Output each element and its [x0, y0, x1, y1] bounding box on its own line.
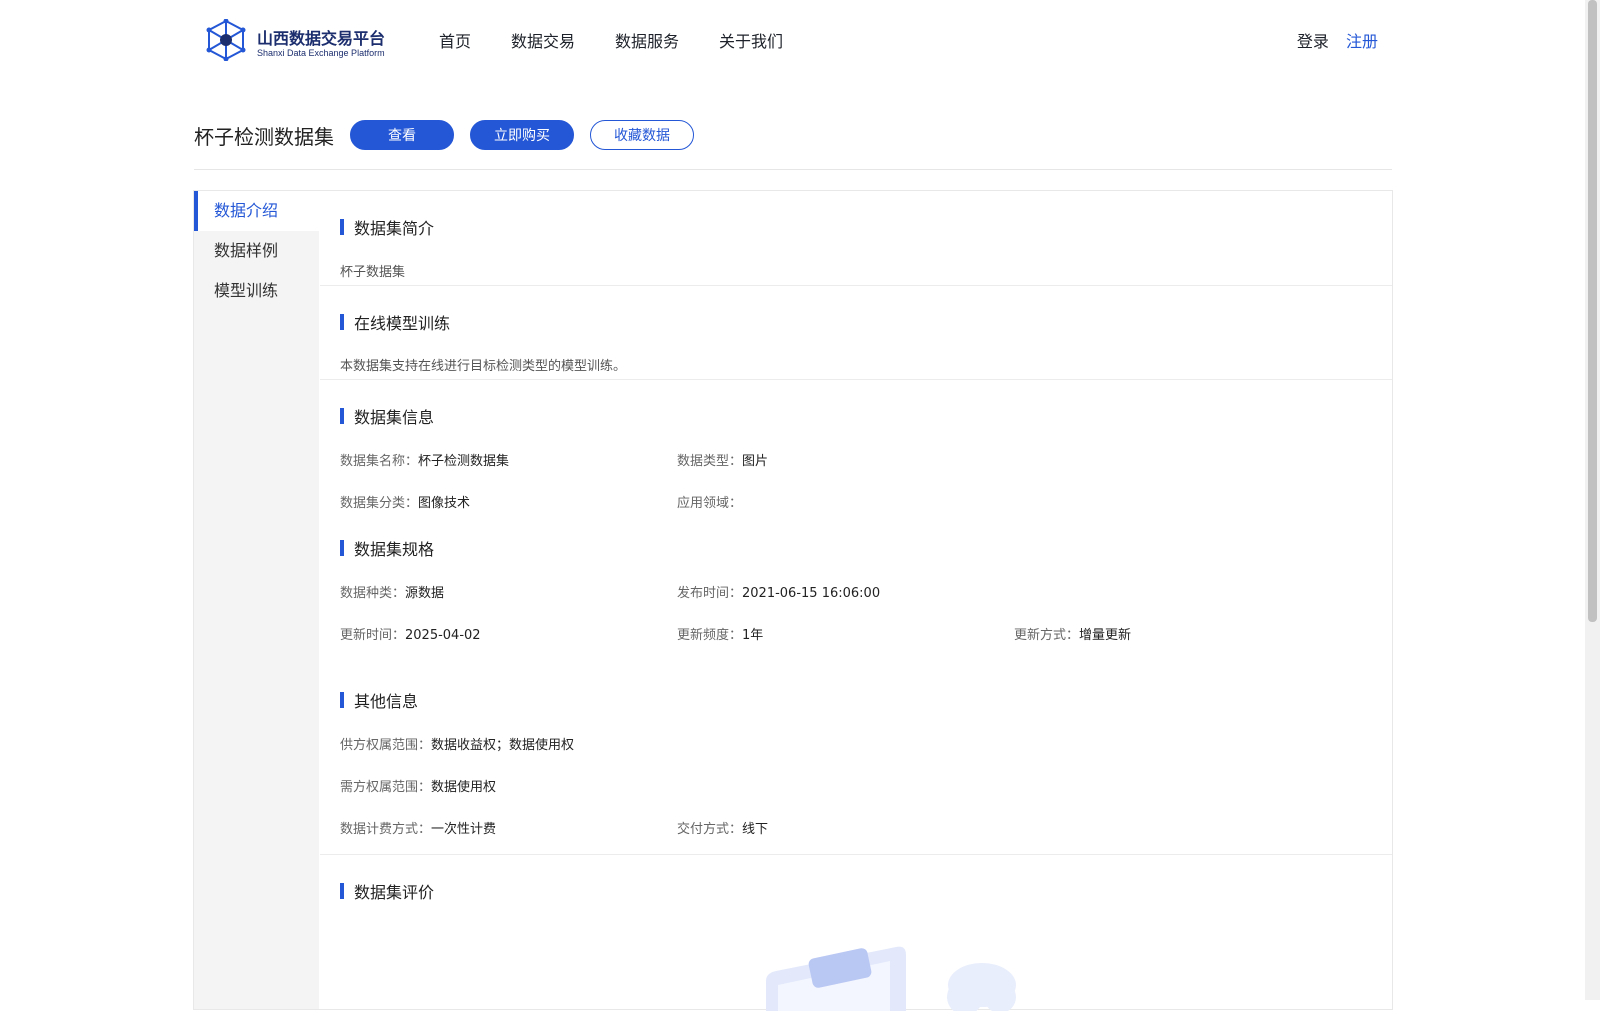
sidebar-item-training[interactable]: 模型训练 [194, 271, 319, 311]
update-mode-field: 更新方式：增量更新 [1014, 628, 1132, 643]
register-link[interactable]: 注册 [1346, 32, 1378, 51]
review-title: 数据集评价 [354, 883, 435, 902]
nav-data-service[interactable]: 数据服务 [615, 28, 679, 52]
info-section: 数据集信息 数据集名称：杯子检测数据集 数据类型：图片 数据集分类：图像技术 应… [320, 380, 1392, 855]
section-title: 数据集评价 [340, 879, 434, 903]
update-time-field: 更新时间：2025-04-02 [340, 628, 481, 643]
section-title: 数据集信息 [340, 404, 434, 428]
nav-data-trade[interactable]: 数据交易 [511, 28, 575, 52]
section-marker [340, 408, 344, 424]
section-title: 其他信息 [340, 688, 418, 712]
content-area: 数据集简介 杯子数据集 在线模型训练 本数据集支持在线进行目标检测类型的模型训练… [320, 191, 1392, 1011]
buy-now-button[interactable]: 立即购买 [470, 120, 574, 150]
main-nav: 首页 数据交易 数据服务 关于我们 [439, 28, 823, 52]
title-divider [194, 169, 1392, 170]
login-link[interactable]: 登录 [1297, 32, 1329, 51]
section-marker [340, 314, 344, 330]
top-header: 山西数据交易平台 Shanxi Data Exchange Platform 首… [0, 0, 1585, 80]
demand-rights-field: 需方权属范围：数据使用权 [340, 780, 497, 795]
training-text: 本数据集支持在线进行目标检测类型的模型训练。 [340, 359, 627, 374]
page-scrollbar[interactable] [1585, 0, 1600, 1000]
auth-links: 登录 注册 [1297, 28, 1378, 52]
review-section: 数据集评价 [320, 855, 1392, 1015]
scrollbar-thumb[interactable] [1588, 0, 1597, 622]
training-section: 在线模型训练 本数据集支持在线进行目标检测类型的模型训练。 [320, 286, 1392, 380]
view-button[interactable]: 查看 [350, 120, 454, 150]
other-title: 其他信息 [354, 692, 419, 711]
section-marker [340, 219, 344, 235]
intro-text: 杯子数据集 [340, 265, 406, 280]
section-title: 数据集简介 [340, 215, 434, 239]
page-title: 杯子检测数据集 [194, 124, 334, 149]
supply-rights-field: 供方权属范围：数据收益权；数据使用权 [340, 738, 575, 753]
spec-title: 数据集规格 [354, 540, 435, 559]
billing-field: 数据计费方式：一次性计费 [340, 822, 497, 837]
nav-home[interactable]: 首页 [439, 28, 471, 52]
section-marker [340, 883, 344, 899]
data-kind-field: 数据种类：源数据 [340, 586, 445, 601]
nav-about[interactable]: 关于我们 [719, 28, 783, 52]
sidebar-item-intro[interactable]: 数据介绍 [194, 191, 319, 231]
update-frequency-field: 更新频度：1年 [677, 628, 764, 643]
application-field: 应用领域： [677, 496, 743, 511]
empty-state-illustration [766, 946, 1016, 1011]
dataset-title-row: 杯子检测数据集 查看 立即购买 收藏数据 [194, 119, 710, 151]
delivery-field: 交付方式：线下 [677, 822, 769, 837]
data-type-field: 数据类型：图片 [677, 454, 769, 469]
section-marker [340, 692, 344, 708]
intro-title: 数据集简介 [354, 219, 435, 238]
logo-subtitle: Shanxi Data Exchange Platform [257, 48, 385, 58]
section-marker [340, 540, 344, 556]
favorite-button[interactable]: 收藏数据 [590, 120, 694, 150]
detail-panel: 数据介绍 数据样例 模型训练 数据集简介 杯子数据集 在线模型训练 本数据集支持… [193, 190, 1393, 1011]
platform-logo[interactable]: 山西数据交易平台 Shanxi Data Exchange Platform [206, 19, 386, 63]
sidebar: 数据介绍 数据样例 模型训练 [194, 191, 319, 1009]
dataset-name-field: 数据集名称：杯子检测数据集 [340, 454, 510, 469]
publish-time-field: 发布时间：2021-06-15 16:06:00 [677, 586, 881, 601]
logo-icon [206, 19, 246, 61]
section-title: 数据集规格 [340, 536, 434, 560]
intro-section: 数据集简介 杯子数据集 [320, 191, 1392, 286]
info-title: 数据集信息 [354, 408, 435, 427]
sidebar-item-samples[interactable]: 数据样例 [194, 231, 319, 271]
dataset-category-field: 数据集分类：图像技术 [340, 496, 471, 511]
logo-name: 山西数据交易平台 [257, 29, 386, 48]
section-title: 在线模型训练 [340, 310, 450, 334]
training-title: 在线模型训练 [354, 314, 451, 333]
